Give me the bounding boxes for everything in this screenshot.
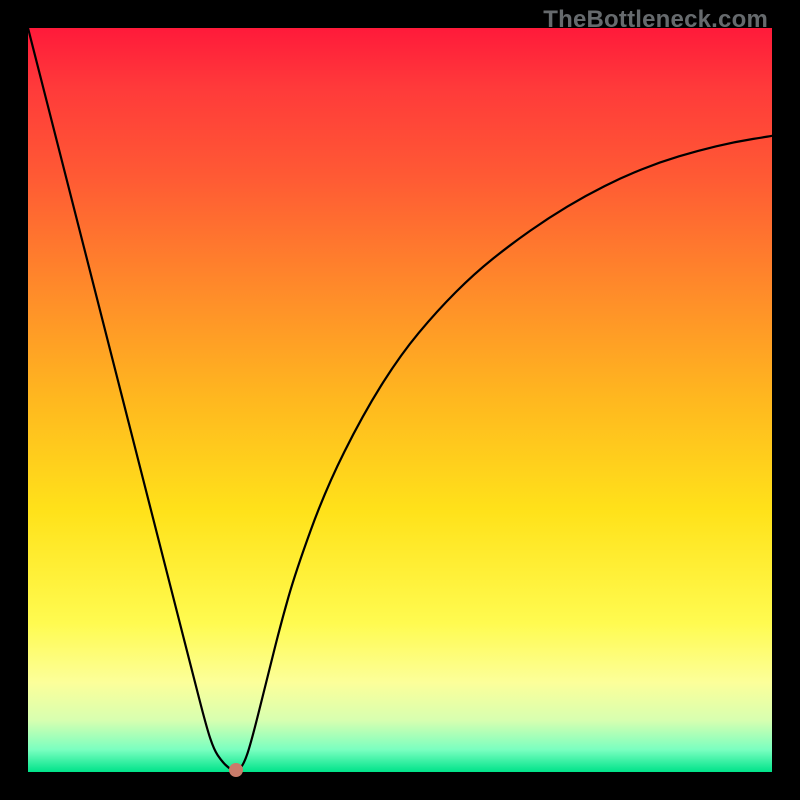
plot-area — [28, 28, 772, 772]
watermark-label: TheBottleneck.com — [543, 6, 768, 34]
chart-frame: TheBottleneck.com — [0, 0, 800, 800]
optimum-marker — [229, 763, 243, 777]
